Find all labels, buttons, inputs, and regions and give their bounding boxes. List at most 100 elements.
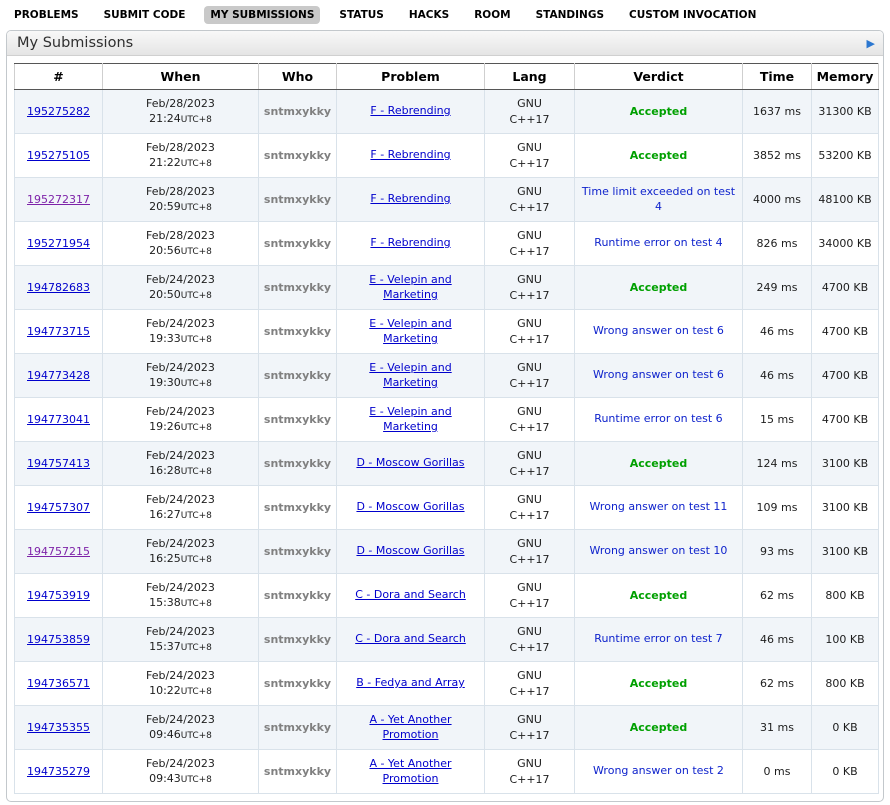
problem-link[interactable]: D - Moscow Gorillas (356, 500, 464, 513)
exec-time: 62 ms (760, 677, 794, 690)
table-header-row: #WhenWhoProblemLangVerdictTimeMemory (15, 64, 879, 90)
submission-id-link[interactable]: 194753859 (27, 633, 90, 646)
problem-link[interactable]: F - Rebrending (370, 104, 450, 117)
user-handle-link[interactable]: sntmxykky (264, 633, 331, 646)
nav-item-my-submissions[interactable]: MY SUBMISSIONS (204, 6, 320, 24)
user-handle-link[interactable]: sntmxykky (264, 413, 331, 426)
panel-title: My Submissions (17, 35, 867, 51)
submission-id-link[interactable]: 194757215 (27, 545, 90, 558)
time-value: 09:43 (149, 772, 181, 785)
lang-label: GNU C++17 (509, 317, 549, 345)
cell-who: sntmxykky (259, 618, 337, 662)
user-handle-link[interactable]: sntmxykky (264, 765, 331, 778)
user-handle-link[interactable]: sntmxykky (264, 677, 331, 690)
submission-id-link[interactable]: 194782683 (27, 281, 90, 294)
submission-id-link[interactable]: 195275105 (27, 149, 90, 162)
user-handle-link[interactable]: sntmxykky (264, 369, 331, 382)
problem-link[interactable]: A - Yet Another Promotion (369, 757, 451, 785)
user-handle-link[interactable]: sntmxykky (264, 501, 331, 514)
submission-date: Feb/28/2023 (107, 184, 254, 200)
nav-item-room[interactable]: ROOM (468, 6, 516, 24)
user-handle-link[interactable]: sntmxykky (264, 457, 331, 470)
problem-link[interactable]: A - Yet Another Promotion (369, 713, 451, 741)
problem-link[interactable]: B - Fedya and Array (356, 676, 465, 689)
nav-item-custom-invocation[interactable]: CUSTOM INVOCATION (623, 6, 762, 24)
cell-when: Feb/24/202320:50UTC+8 (103, 266, 259, 310)
cell-problem: D - Moscow Gorillas (337, 486, 485, 530)
cell-lang: GNU C++17 (485, 442, 575, 486)
cell-problem: B - Fedya and Array (337, 662, 485, 706)
cell-when: Feb/28/202320:56UTC+8 (103, 222, 259, 266)
exec-time: 4000 ms (753, 193, 801, 206)
submission-id-link[interactable]: 195271954 (27, 237, 90, 250)
column-header-time: Time (743, 64, 812, 90)
submission-id-link[interactable]: 194773715 (27, 325, 90, 338)
nav-item-submit-code[interactable]: SUBMIT CODE (98, 6, 192, 24)
submission-id-link[interactable]: 194735355 (27, 721, 90, 734)
problem-link[interactable]: E - Velepin and Marketing (369, 317, 451, 345)
problem-link[interactable]: D - Moscow Gorillas (356, 544, 464, 557)
lang-label: GNU C++17 (509, 581, 549, 609)
nav-item-standings[interactable]: STANDINGS (530, 6, 610, 24)
cell-submission-id: 195272317 (15, 178, 103, 222)
cell-lang: GNU C++17 (485, 574, 575, 618)
cell-lang: GNU C++17 (485, 618, 575, 662)
time-value: 10:22 (149, 684, 181, 697)
expand-arrow-icon[interactable]: ▶ (867, 38, 875, 49)
cell-verdict: Wrong answer on test 2 (575, 750, 743, 794)
user-handle-link[interactable]: sntmxykky (264, 105, 331, 118)
verdict-label: Wrong answer on test 2 (593, 764, 724, 777)
problem-link[interactable]: E - Velepin and Marketing (369, 405, 451, 433)
submission-id-link[interactable]: 194735279 (27, 765, 90, 778)
timezone-label: UTC+8 (181, 775, 212, 785)
problem-link[interactable]: D - Moscow Gorillas (356, 456, 464, 469)
user-handle-link[interactable]: sntmxykky (264, 325, 331, 338)
user-handle-link[interactable]: sntmxykky (264, 193, 331, 206)
submission-id-link[interactable]: 194757307 (27, 501, 90, 514)
exec-time: 109 ms (757, 501, 798, 514)
submission-time: 16:25UTC+8 (107, 551, 254, 567)
cell-problem: E - Velepin and Marketing (337, 398, 485, 442)
submission-id-link[interactable]: 194773041 (27, 413, 90, 426)
time-value: 15:37 (149, 640, 181, 653)
submission-row: 194773041Feb/24/202319:26UTC+8sntmxykkyE… (15, 398, 879, 442)
exec-time: 3852 ms (753, 149, 801, 162)
cell-time: 826 ms (743, 222, 812, 266)
user-handle-link[interactable]: sntmxykky (264, 281, 331, 294)
timezone-label: UTC+8 (181, 423, 212, 433)
submission-id-link[interactable]: 195272317 (27, 193, 90, 206)
submission-id-link[interactable]: 195275282 (27, 105, 90, 118)
lang-label: GNU C++17 (509, 537, 549, 565)
nav-item-status[interactable]: STATUS (333, 6, 389, 24)
submission-id-link[interactable]: 194757413 (27, 457, 90, 470)
problem-link[interactable]: E - Velepin and Marketing (369, 273, 451, 301)
submission-row: 194735355Feb/24/202309:46UTC+8sntmxykkyA… (15, 706, 879, 750)
timezone-label: UTC+8 (181, 731, 212, 741)
column-header-when: When (103, 64, 259, 90)
submission-id-link[interactable]: 194773428 (27, 369, 90, 382)
memory-used: 0 KB (832, 765, 857, 778)
verdict-label: Wrong answer on test 6 (593, 368, 724, 381)
problem-link[interactable]: C - Dora and Search (355, 588, 466, 601)
submission-id-link[interactable]: 194736571 (27, 677, 90, 690)
user-handle-link[interactable]: sntmxykky (264, 589, 331, 602)
nav-item-hacks[interactable]: HACKS (403, 6, 455, 24)
problem-link[interactable]: E - Velepin and Marketing (369, 361, 451, 389)
submission-row: 194735279Feb/24/202309:43UTC+8sntmxykkyA… (15, 750, 879, 794)
user-handle-link[interactable]: sntmxykky (264, 721, 331, 734)
submission-id-link[interactable]: 194753919 (27, 589, 90, 602)
lang-label: GNU C++17 (509, 273, 549, 301)
cell-verdict: Runtime error on test 7 (575, 618, 743, 662)
nav-item-problems[interactable]: PROBLEMS (8, 6, 85, 24)
cell-submission-id: 195275282 (15, 90, 103, 134)
problem-link[interactable]: F - Rebrending (370, 148, 450, 161)
problem-link[interactable]: F - Rebrending (370, 236, 450, 249)
submission-time: 19:26UTC+8 (107, 419, 254, 435)
time-value: 16:25 (149, 552, 181, 565)
problem-link[interactable]: F - Rebrending (370, 192, 450, 205)
user-handle-link[interactable]: sntmxykky (264, 149, 331, 162)
user-handle-link[interactable]: sntmxykky (264, 237, 331, 250)
problem-link[interactable]: C - Dora and Search (355, 632, 466, 645)
user-handle-link[interactable]: sntmxykky (264, 545, 331, 558)
submission-time: 21:24UTC+8 (107, 111, 254, 127)
